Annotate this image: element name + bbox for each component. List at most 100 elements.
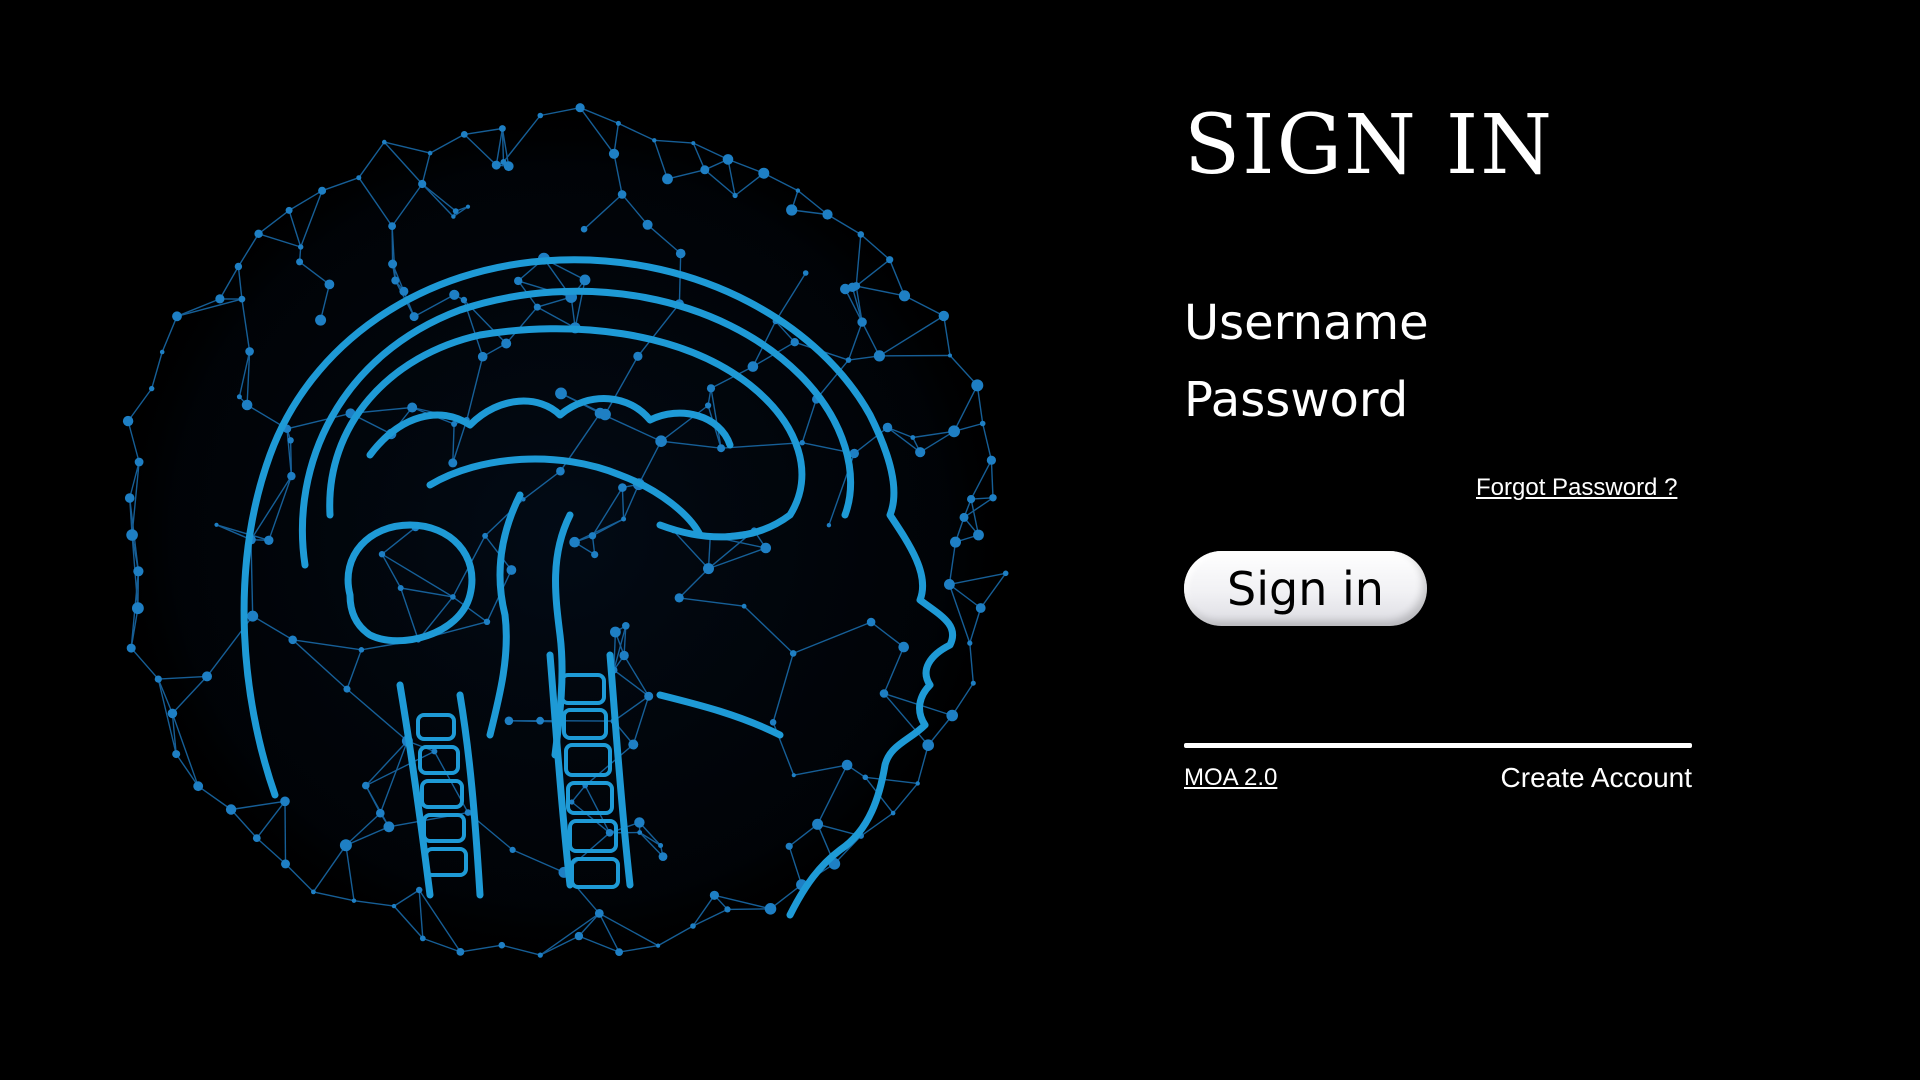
network-node [703,563,714,575]
network-node [852,282,861,291]
network-node [391,276,400,285]
network-node [637,830,643,835]
network-node [536,716,544,725]
network-node [281,859,290,869]
network-node [450,594,456,600]
network-node [690,923,696,929]
network-node [324,279,335,290]
network-node [944,579,955,590]
network-node [407,402,418,413]
network-node [460,131,468,138]
network-node [533,303,541,311]
network-node [967,495,976,504]
network-node [862,774,869,781]
network-node [465,204,471,209]
network-node [948,425,960,438]
network-node [491,160,501,170]
create-account-link[interactable]: Create Account [1501,762,1692,794]
brand-link[interactable]: MOA 2.0 [1184,764,1277,792]
network-node [339,839,352,852]
network-node [378,551,386,558]
network-node [732,192,738,199]
network-node [618,483,627,492]
network-node [509,846,516,854]
network-node [619,650,629,661]
footer-divider [1184,743,1692,748]
network-node [890,810,896,816]
network-node [556,466,565,476]
network-node [296,258,304,266]
network-link [508,720,559,723]
network-node [500,159,507,165]
network-node [555,387,567,400]
network-node [915,447,926,458]
network-node [979,420,986,427]
network-node [477,351,488,362]
network-node [537,112,544,119]
network-node [311,889,316,895]
network-node [840,283,851,295]
network-node [288,635,297,645]
network-node [202,671,212,682]
network-node [617,190,627,199]
network-node [594,909,604,918]
username-field[interactable] [1184,295,1684,353]
network-node [238,295,246,303]
network-node [989,494,997,502]
network-node [236,394,242,400]
network-node [758,167,770,179]
network-node [383,821,395,833]
signin-page: SIGN IN Forgot Password ? Sign in MOA 2.… [0,0,1920,1080]
network-node [504,716,514,726]
network-node [451,214,456,219]
network-node [358,647,365,653]
network-link [727,908,771,911]
network-node [915,781,920,786]
network-node [706,384,716,393]
network-node [812,818,824,830]
network-node [449,289,460,300]
network-node [580,225,588,233]
network-node [898,290,911,302]
network-node [769,719,777,726]
network-node [247,610,259,622]
network-node [419,935,426,942]
network-node [973,529,984,541]
network-node [975,603,986,613]
network-node [280,796,290,807]
network-node [652,138,657,143]
network-node [298,244,304,250]
network-node [460,296,468,304]
network-node [588,532,597,540]
network-node [214,522,219,527]
sign-in-button[interactable]: Sign in [1184,551,1427,626]
network-node [879,689,889,698]
network-node [391,903,397,909]
network-node [591,551,599,559]
network-node [134,457,144,467]
network-node [747,361,759,372]
network-node [287,471,296,481]
forgot-password-link[interactable]: Forgot Password ? [1476,474,1677,502]
network-node [655,435,667,448]
network-node [382,139,387,145]
network-node [922,739,934,751]
network-node [537,952,543,958]
network-node [154,675,162,683]
network-node [790,338,799,347]
network-node [579,274,591,286]
network-node [791,773,796,778]
network-node [245,347,254,356]
network-node [362,781,370,790]
network-node [451,421,458,427]
network-node [700,165,710,175]
network-node [234,262,243,271]
network-node [866,617,876,627]
network-node [575,103,585,113]
network-node [971,379,984,392]
network-node [658,843,664,848]
password-field[interactable] [1184,372,1684,430]
network-node [658,852,668,861]
network-node [452,208,459,214]
network-node [193,781,204,792]
